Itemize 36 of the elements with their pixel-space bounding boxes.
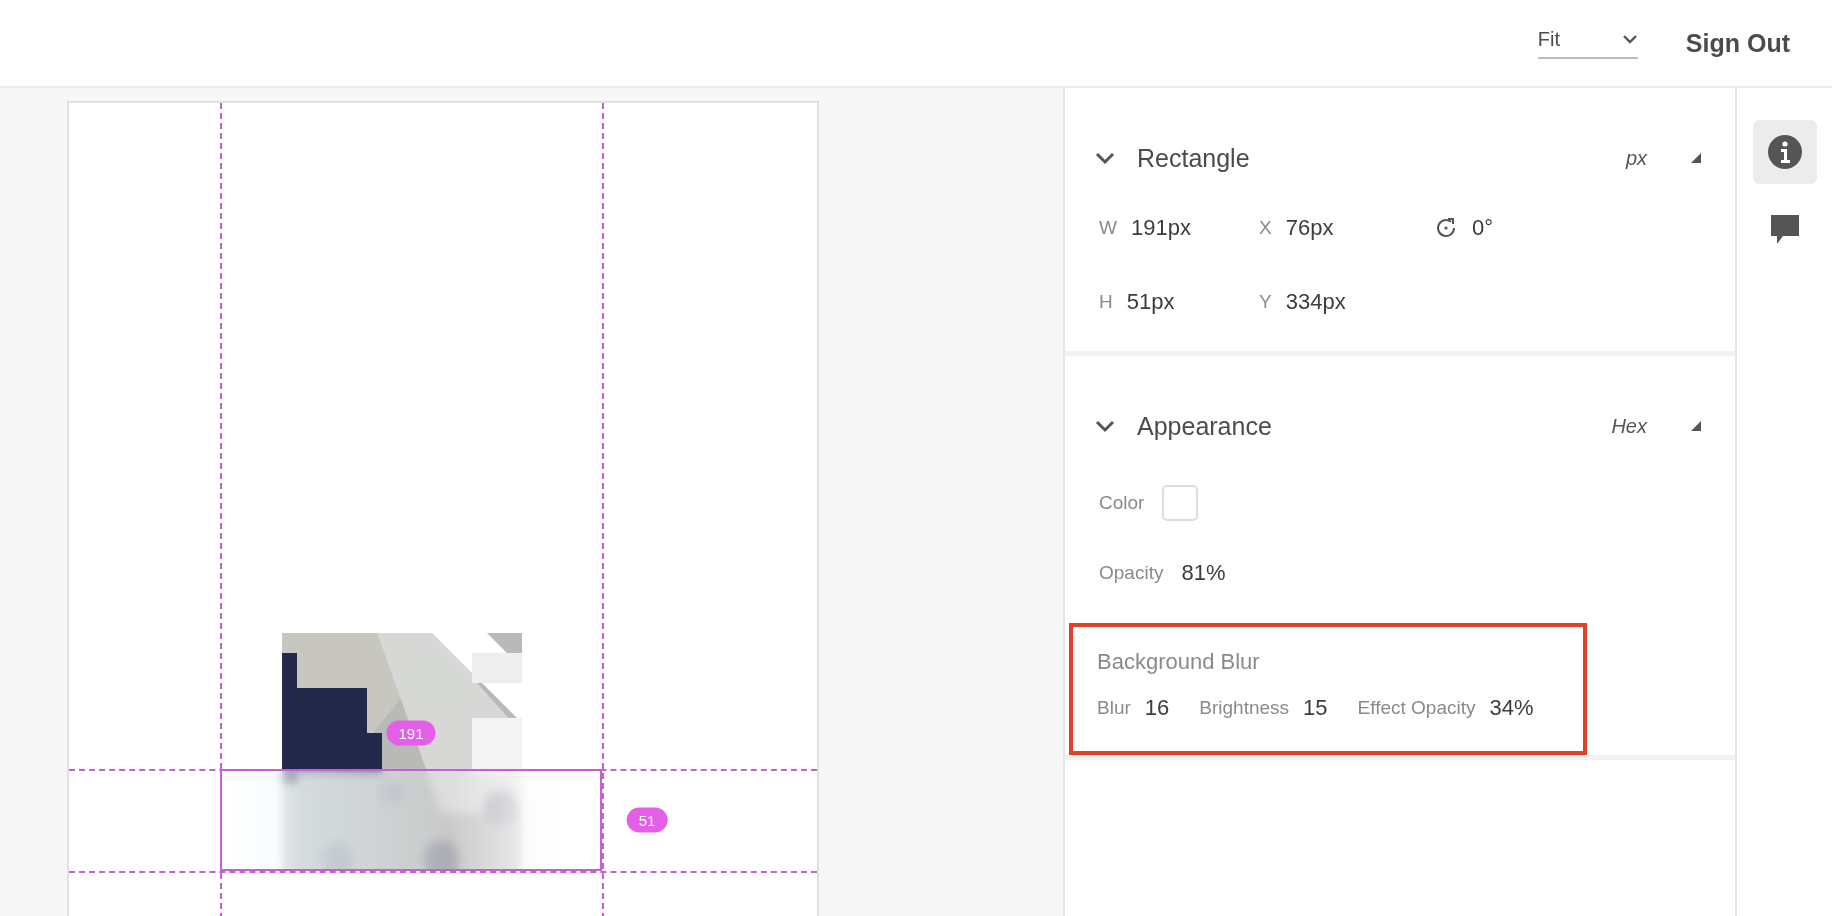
sidebar-tab[interactable] bbox=[1752, 120, 1817, 184]
zoom-select[interactable]: Fit bbox=[1537, 27, 1638, 59]
corner-triangle-icon[interactable] bbox=[1691, 421, 1701, 431]
rotate-icon bbox=[1434, 216, 1458, 240]
field-label: Effect Opacity bbox=[1357, 697, 1476, 719]
sign-out-button[interactable]: Sign Out bbox=[1685, 28, 1790, 58]
height-badge: 51 bbox=[626, 807, 668, 833]
field-label: Blur bbox=[1097, 697, 1131, 719]
corner-triangle-icon[interactable] bbox=[1691, 153, 1701, 163]
field-value[interactable]: 16 bbox=[1144, 695, 1170, 721]
field-label: X bbox=[1259, 217, 1272, 239]
info-icon bbox=[1766, 134, 1803, 170]
field-value[interactable]: 34% bbox=[1489, 695, 1534, 721]
color-swatch[interactable] bbox=[1162, 485, 1199, 521]
field-label: W bbox=[1099, 217, 1117, 239]
field-label: Color bbox=[1099, 492, 1145, 514]
chevron-down-icon[interactable] bbox=[1095, 419, 1115, 433]
unit-toggle[interactable]: Hex bbox=[1611, 414, 1647, 438]
section-title: Rectangle bbox=[1137, 143, 1251, 173]
chevron-down-icon[interactable] bbox=[1095, 151, 1115, 165]
field-value[interactable]: 334px bbox=[1285, 289, 1346, 315]
field-label: H bbox=[1099, 291, 1113, 313]
field-value[interactable]: 76px bbox=[1285, 215, 1334, 241]
field-value[interactable]: 191px bbox=[1130, 215, 1191, 241]
field-value[interactable]: 81% bbox=[1181, 560, 1226, 586]
selection-frame[interactable] bbox=[220, 769, 602, 871]
field-value[interactable]: 15 bbox=[1303, 695, 1328, 721]
field-label: Y bbox=[1259, 291, 1272, 313]
field-value[interactable]: 0° bbox=[1472, 215, 1494, 241]
unit-toggle[interactable]: px bbox=[1625, 146, 1647, 170]
subsection-title: Background Blur bbox=[1097, 649, 1261, 675]
field-value[interactable]: 51px bbox=[1126, 289, 1175, 315]
field-label: Opacity bbox=[1099, 562, 1164, 584]
field-label: Brightness bbox=[1199, 697, 1290, 719]
section-title: Appearance bbox=[1137, 411, 1273, 441]
chevron-down-icon bbox=[1621, 34, 1638, 44]
